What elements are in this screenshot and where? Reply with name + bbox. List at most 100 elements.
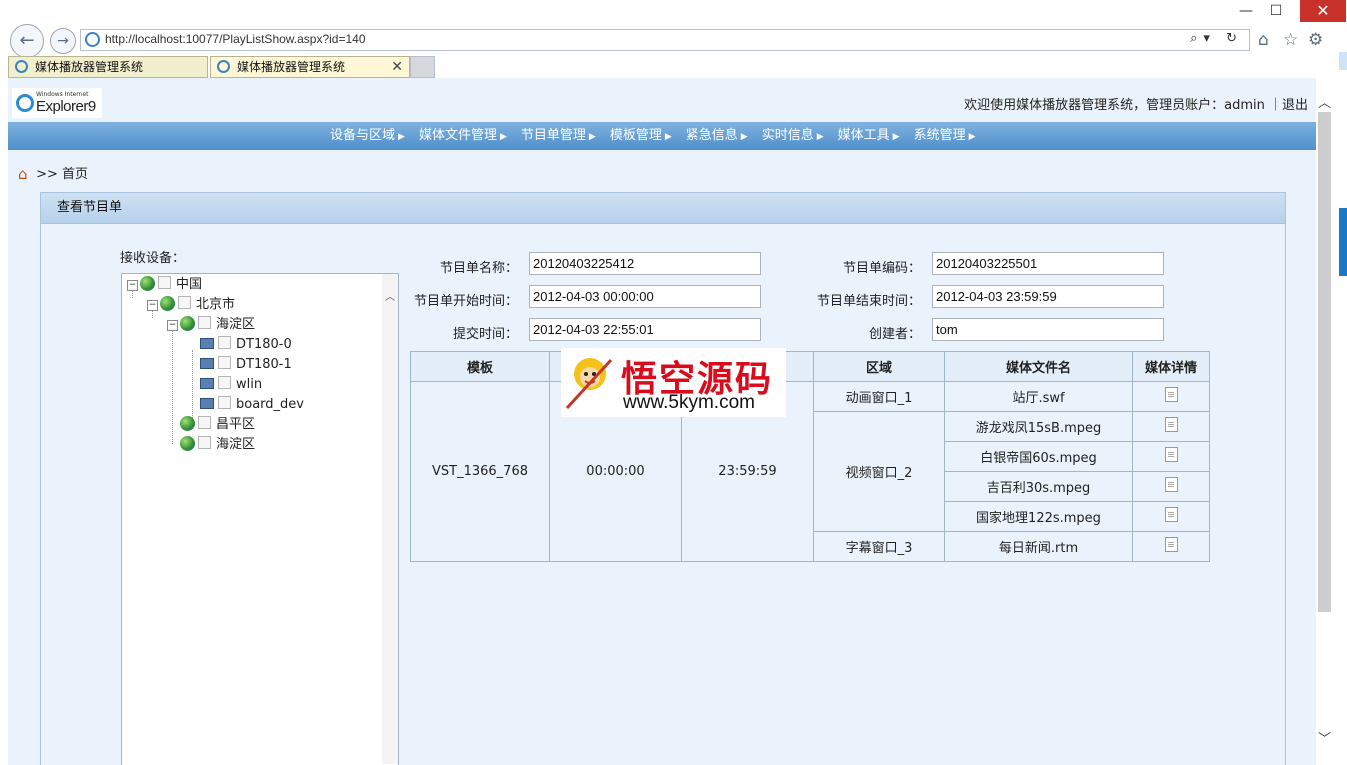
favorites-star-icon[interactable]: ☆ xyxy=(1283,30,1298,50)
arrow-right-icon: → xyxy=(57,33,69,49)
collapse-toggle-icon[interactable]: − xyxy=(167,320,178,331)
arrow-left-icon: ← xyxy=(19,30,35,51)
media-detail-cell[interactable] xyxy=(1132,531,1210,562)
region-cell: 字幕窗口_3 xyxy=(813,531,945,562)
navigation-bar: ← → http://localhost:10077/PlayListShow.… xyxy=(0,24,1347,58)
document-icon[interactable] xyxy=(1164,477,1178,492)
tree-node-device[interactable]: board_dev xyxy=(200,396,304,414)
submit-time-label: 提交时间： xyxy=(452,327,518,342)
menu-label: 媒体工具 xyxy=(837,128,890,143)
submit-time-field[interactable]: 2012-04-03 22:55:01 xyxy=(529,318,761,341)
tree-node-label: 中国 xyxy=(176,277,203,292)
main-menu: 设备与区域 ▶ 媒体文件管理 ▶ 节目单管理 ▶ 模板管理 ▶ 紧急信息 ▶ 实时信息 ▶ … xyxy=(8,122,1316,150)
playlist-code-label: 节目单编码： xyxy=(842,261,921,276)
document-icon[interactable] xyxy=(1164,417,1178,432)
close-window-button[interactable]: ✕ xyxy=(1300,0,1346,22)
tree-checkbox[interactable] xyxy=(178,296,191,309)
tree-checkbox[interactable] xyxy=(158,276,171,289)
tree-scrollbar[interactable]: ︿ xyxy=(382,274,398,764)
tree-node-haidian[interactable]: − 海淀区 xyxy=(167,316,255,334)
document-icon[interactable] xyxy=(1164,387,1178,402)
document-icon[interactable] xyxy=(1164,537,1178,552)
address-bar[interactable]: http://localhost:10077/PlayListShow.aspx… xyxy=(80,29,1250,51)
tree-node-haidian-2[interactable]: 海淀区 xyxy=(180,436,255,454)
tree-checkbox[interactable] xyxy=(218,336,231,349)
media-detail-cell[interactable] xyxy=(1132,471,1210,502)
caret-right-icon: ▶ xyxy=(398,132,405,142)
window-edge xyxy=(1339,40,1347,765)
end-time-field[interactable]: 2012-04-03 23:59:59 xyxy=(932,285,1164,308)
minimize-button[interactable]: — xyxy=(1230,0,1262,22)
menu-playlists[interactable]: 节目单管理 ▶ xyxy=(521,122,596,150)
address-url[interactable]: http://localhost:10077/PlayListShow.aspx… xyxy=(105,32,366,46)
tree-checkbox[interactable] xyxy=(218,356,231,369)
media-detail-cell[interactable] xyxy=(1132,381,1210,412)
tree-checkbox[interactable] xyxy=(218,376,231,389)
address-tools[interactable]: ⌕▾ ↻ xyxy=(1190,31,1243,46)
media-detail-cell[interactable] xyxy=(1132,441,1210,472)
tree-node-device[interactable]: DT180-1 xyxy=(200,356,292,374)
tab-1[interactable]: 媒体播放器管理系统 xyxy=(8,56,208,78)
logo-small-text: Windows Internet xyxy=(36,91,89,98)
tree-checkbox[interactable] xyxy=(198,416,211,429)
ie-page-icon xyxy=(85,32,100,47)
document-icon[interactable] xyxy=(1164,507,1178,522)
ie-logo-icon xyxy=(16,94,34,112)
side-tab-accent xyxy=(1339,208,1347,276)
media-detail-cell[interactable] xyxy=(1132,411,1210,442)
tree-node-china[interactable]: − 中国 xyxy=(127,276,202,294)
ie-tab-icon xyxy=(15,60,28,73)
home-icon[interactable]: ⌂ xyxy=(1258,30,1269,50)
menu-system[interactable]: 系统管理 ▶ xyxy=(914,122,976,150)
welcome-text[interactable]: 欢迎使用媒体播放器管理系统，管理员账户：admin ｜退出 xyxy=(964,94,1308,113)
playlist-code-field[interactable]: 20120403225501 xyxy=(932,252,1164,275)
tree-checkbox[interactable] xyxy=(198,316,211,329)
home-icon[interactable]: ⌂ xyxy=(18,165,32,183)
tree-checkbox[interactable] xyxy=(198,436,211,449)
tree-node-changping[interactable]: 昌平区 xyxy=(180,416,255,434)
col-template: 模板 xyxy=(410,351,550,382)
menu-devices-regions[interactable]: 设备与区域 ▶ xyxy=(330,122,405,150)
tree-node-beijing[interactable]: − 北京市 xyxy=(147,296,235,314)
computer-icon xyxy=(200,398,214,409)
tab-label: 媒体播放器管理系统 xyxy=(237,60,346,74)
creator-field[interactable]: tom xyxy=(932,318,1164,341)
forward-button[interactable]: → xyxy=(50,28,76,54)
chevron-down-icon[interactable]: ﹀ xyxy=(1318,728,1331,747)
tree-checkbox[interactable] xyxy=(218,396,231,409)
device-tree: ︿ − 中国 − 北京市 − 海淀区 DT180-0 DT180-1 wlin xyxy=(121,273,399,765)
new-tab-button[interactable] xyxy=(410,56,435,78)
start-time-field[interactable]: 2012-04-03 00:00:00 xyxy=(529,285,761,308)
menu-media-tools[interactable]: 媒体工具 ▶ xyxy=(838,122,900,150)
chevron-up-icon[interactable]: ︿ xyxy=(385,288,395,303)
collapse-toggle-icon[interactable]: − xyxy=(147,300,158,311)
tab-2-active[interactable]: 媒体播放器管理系统 ✕ xyxy=(210,56,410,78)
tree-node-label: DT180-0 xyxy=(236,337,292,352)
tree-node-device[interactable]: wlin xyxy=(200,376,262,394)
region-cell: 动画窗口_1 xyxy=(813,381,945,412)
page-scrollbar-thumb[interactable] xyxy=(1318,112,1331,612)
document-icon[interactable] xyxy=(1164,447,1178,462)
playlist-name-field[interactable]: 20120403225412 xyxy=(529,252,761,275)
collapse-toggle-icon[interactable]: − xyxy=(127,280,138,291)
menu-templates[interactable]: 模板管理 ▶ xyxy=(610,122,672,150)
maximize-button[interactable]: ☐ xyxy=(1260,0,1292,22)
chevron-up-icon[interactable]: ︿ xyxy=(1318,92,1331,111)
page-viewport: Windows Internet Explorer9 欢迎使用媒体播放器管理系统… xyxy=(8,78,1316,765)
tab-label: 媒体播放器管理系统 xyxy=(35,60,144,74)
gear-icon[interactable]: ⚙ xyxy=(1308,30,1323,50)
menu-realtime[interactable]: 实时信息 ▶ xyxy=(762,122,824,150)
tree-node-device[interactable]: DT180-0 xyxy=(200,336,292,354)
media-detail-cell[interactable] xyxy=(1132,501,1210,532)
breadcrumb-text[interactable]: >> 首页 xyxy=(36,167,88,182)
window-titlebar: — ☐ ✕ xyxy=(0,0,1347,26)
watermark: 悟空源码 www.5kym.com xyxy=(561,348,786,417)
menu-emergency[interactable]: 紧急信息 ▶ xyxy=(686,122,748,150)
tree-node-label: wlin xyxy=(236,377,263,392)
close-tab-icon[interactable]: ✕ xyxy=(391,57,403,77)
template-cell: VST_1366_768 xyxy=(410,381,550,562)
back-button[interactable]: ← xyxy=(10,24,44,58)
media-file-cell: 游龙戏凤15sB.mpeg xyxy=(944,411,1133,442)
menu-media-files[interactable]: 媒体文件管理 ▶ xyxy=(419,122,507,150)
menu-label: 紧急信息 xyxy=(685,128,738,143)
